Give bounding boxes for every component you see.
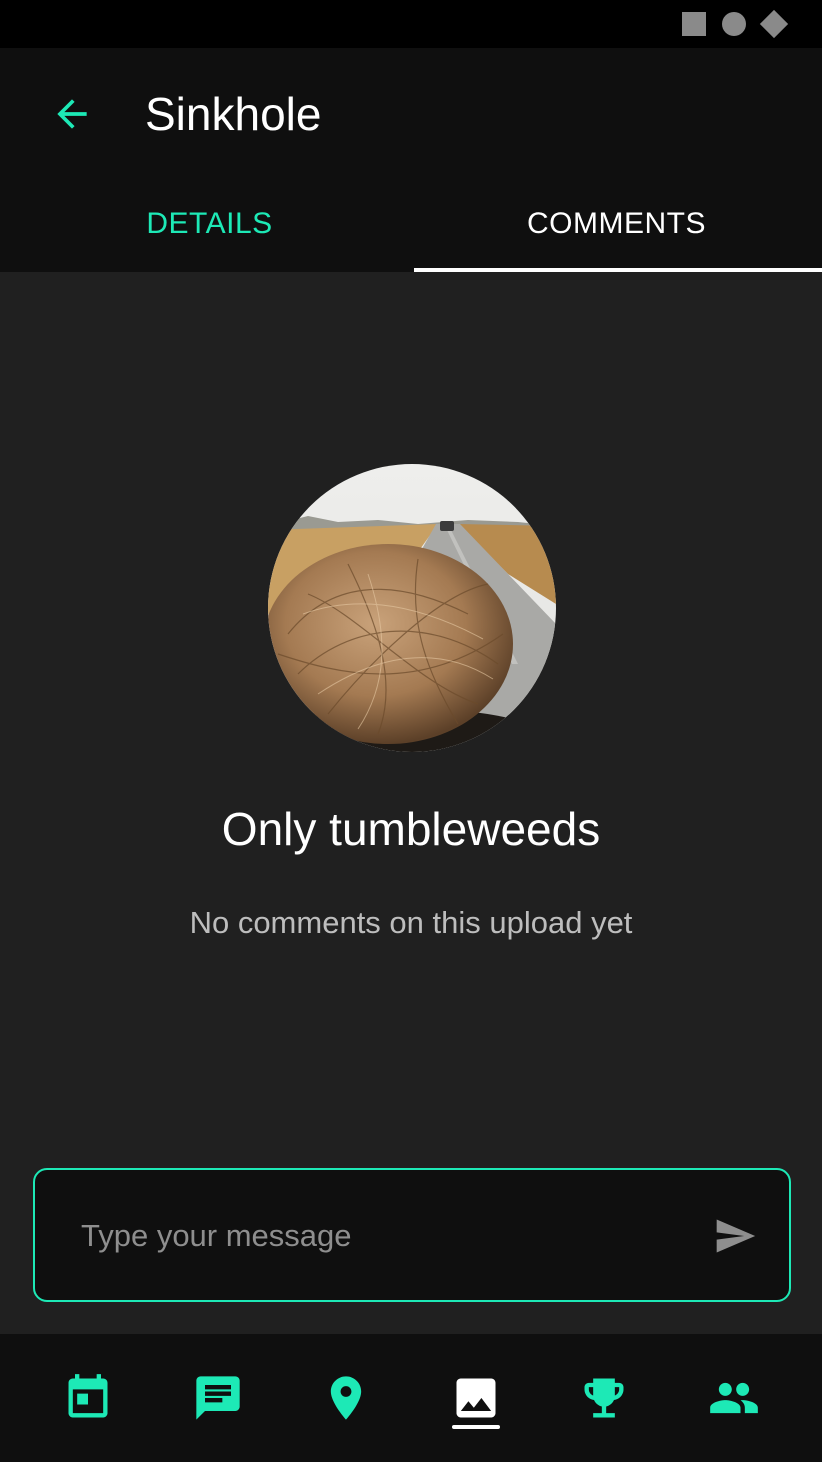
trophy-icon: [584, 1378, 624, 1418]
nav-chat[interactable]: [192, 1372, 244, 1424]
app-bar: Sinkhole DETAILS COMMENTS: [0, 48, 822, 272]
tumbleweed-image: [268, 464, 556, 752]
message-composer: [33, 1168, 791, 1302]
tab-comments[interactable]: COMMENTS: [411, 194, 822, 254]
nav-active-indicator: [452, 1425, 500, 1429]
message-input[interactable]: [79, 1210, 683, 1262]
send-button[interactable]: [711, 1214, 759, 1258]
empty-state-title: Only tumbleweeds: [221, 803, 601, 855]
back-button[interactable]: [50, 92, 94, 136]
location-pin-icon: [330, 1376, 362, 1420]
status-bar: [0, 0, 822, 48]
nav-people[interactable]: [708, 1372, 760, 1424]
status-square-icon: [682, 12, 706, 36]
image-icon: [456, 1378, 496, 1418]
status-circle-icon: [722, 12, 746, 36]
send-icon: [716, 1219, 756, 1253]
nav-uploads[interactable]: [450, 1372, 502, 1424]
tab-details[interactable]: DETAILS: [4, 194, 415, 254]
arrow-back-icon: [57, 99, 87, 129]
bottom-nav: [0, 1334, 822, 1462]
empty-state-subtitle: No comments on this upload yet: [189, 905, 633, 940]
people-icon: [710, 1382, 758, 1414]
chat-icon: [196, 1376, 240, 1420]
calendar-icon: [68, 1374, 108, 1418]
nav-location[interactable]: [320, 1372, 372, 1424]
page-title: Sinkhole: [145, 88, 322, 140]
tab-indicator: [414, 268, 822, 272]
status-diamond-icon: [759, 9, 789, 39]
nav-leaderboard[interactable]: [578, 1372, 630, 1424]
nav-calendar[interactable]: [62, 1372, 114, 1424]
